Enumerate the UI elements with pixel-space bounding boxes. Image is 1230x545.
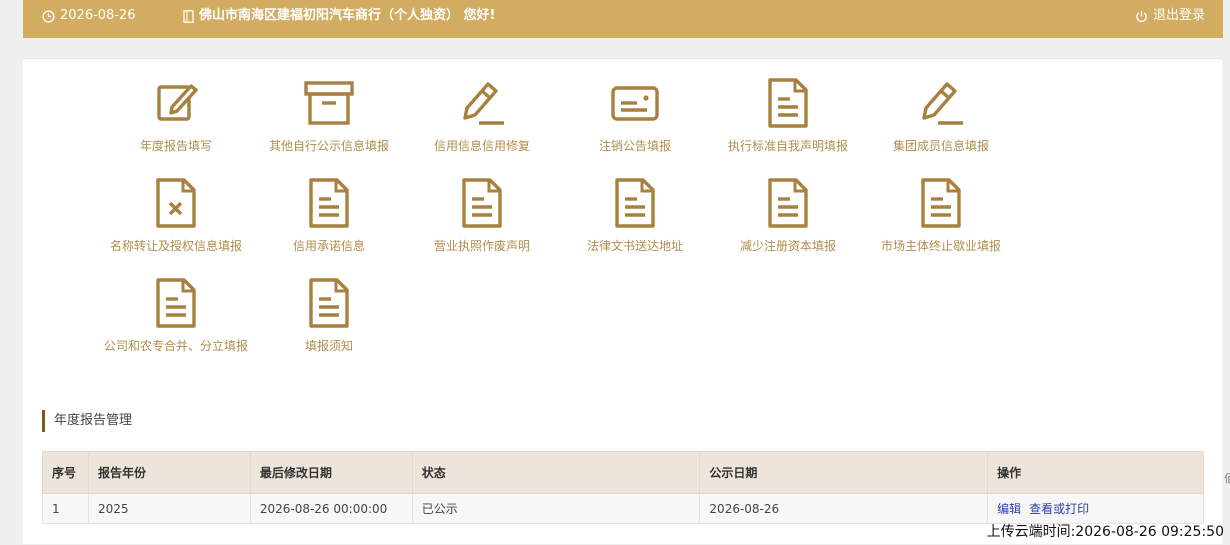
function-tile[interactable]: 营业执照作废声明: [402, 177, 562, 254]
clipped-edge-text: 佰: [1224, 472, 1230, 485]
function-tile[interactable]: 集团成员信息填报: [861, 77, 1021, 154]
function-tile-label: 填报须知: [304, 339, 353, 353]
function-tile[interactable]: 其他自行公示信息填报: [249, 77, 409, 154]
function-tile[interactable]: 年度报告填写: [96, 77, 256, 154]
annual-report-section-title: 年度报告管理: [42, 410, 132, 432]
cell-status: 已公示: [411, 493, 701, 524]
function-tile-label: 法律文书送达地址: [586, 239, 683, 253]
header-date-text: 2026-08-26: [60, 8, 136, 23]
col-header-modified: 最后修改日期: [249, 451, 413, 494]
main-panel: 年度报告填写 其他自行公示信息填报 信用信息信用修复 注销公告填报 执行标准自我声明填报…: [23, 58, 1222, 544]
function-tile[interactable]: 信用承诺信息: [249, 177, 409, 254]
function-tile[interactable]: 市场主体终止歇业填报: [861, 177, 1021, 254]
function-tile[interactable]: 注销公告填报: [555, 77, 715, 154]
cell-actions: 编辑 查看或打印: [987, 493, 1204, 524]
function-tile-label: 执行标准自我声明填报: [727, 139, 848, 153]
cell-index: 1: [42, 493, 89, 524]
col-header-index: 序号: [42, 451, 89, 494]
function-tile[interactable]: 减少注册资本填报: [708, 177, 868, 254]
cell-year: 2025: [87, 493, 251, 524]
function-tile[interactable]: 填报须知: [249, 277, 409, 354]
function-tile-label: 名称转让及授权信息填报: [109, 239, 242, 253]
col-header-publish-date: 公示日期: [699, 451, 989, 494]
header-company-greeting: 佛山市南海区建福初阳汽车商行（个人独资） 您好!: [183, 0, 495, 32]
annual-report-table: 序号 报告年份 最后修改日期 状态 公示日期 操作 1 2025 2026-08…: [42, 451, 1204, 524]
edit-link[interactable]: 编辑: [997, 502, 1021, 516]
id-card-icon: [611, 86, 659, 121]
cell-modified: 2026-08-26 00:00:00: [249, 493, 413, 524]
function-tile-label: 信用承诺信息: [292, 239, 365, 253]
function-tile[interactable]: 法律文书送达地址: [555, 177, 715, 254]
pencil-icon: [922, 82, 963, 125]
document-icon: [309, 178, 349, 228]
function-tile-label: 营业执照作废声明: [433, 239, 530, 253]
document-icon: [921, 178, 961, 228]
function-tile-label: 市场主体终止歇业填报: [880, 239, 1001, 253]
document-icon: [768, 178, 808, 228]
top-header-bar: 2026-08-26 佛山市南海区建福初阳汽车商行（个人独资） 您好! 退出登录: [23, 0, 1223, 38]
document-icon: [462, 178, 502, 228]
col-header-status: 状态: [411, 451, 701, 494]
company-greeting-text: 佛山市南海区建福初阳汽车商行（个人独资） 您好!: [199, 8, 496, 23]
cell-publish-date: 2026-08-26: [699, 493, 989, 524]
clock-icon: [42, 9, 55, 23]
function-tile[interactable]: 公司和农专合并、分立填报: [96, 277, 256, 354]
table-header-row: 序号 报告年份 最后修改日期 状态 公示日期 操作: [42, 451, 1204, 494]
power-icon: [1136, 10, 1147, 22]
edit-icon: [157, 84, 198, 121]
function-tile[interactable]: 信用信息信用修复: [402, 77, 562, 154]
document-x-icon: [156, 178, 196, 228]
document-icon: [309, 278, 349, 328]
function-tile-label: 集团成员信息填报: [892, 139, 989, 153]
pencil-icon: [463, 82, 504, 125]
document-icon: [156, 278, 196, 328]
logout-label: 退出登录: [1152, 8, 1205, 23]
view-print-link[interactable]: 查看或打印: [1029, 502, 1089, 516]
function-tile-label: 注销公告填报: [598, 139, 671, 153]
function-tile[interactable]: 名称转让及授权信息填报: [96, 177, 256, 254]
upload-time-text: 上传云端时间:2026-08-26 09:25:50: [986, 524, 1224, 540]
col-header-actions: 操作: [987, 451, 1204, 494]
archive-box-icon: [304, 81, 354, 125]
function-tile-label: 其他自行公示信息填报: [268, 139, 389, 153]
function-tile-label: 年度报告填写: [139, 139, 212, 153]
header-date: 2026-08-26: [42, 0, 136, 32]
document-icon: [615, 178, 655, 228]
document-icon: [768, 78, 808, 128]
building-icon: [183, 9, 194, 23]
function-tile-label: 公司和农专合并、分立填报: [103, 339, 248, 353]
function-tile[interactable]: 执行标准自我声明填报: [708, 77, 868, 154]
table-row: 1 2025 2026-08-26 00:00:00 已公示 2026-08-2…: [42, 493, 1204, 524]
col-header-year: 报告年份: [87, 451, 251, 494]
logout-button[interactable]: 退出登录: [1135, 0, 1205, 32]
function-tile-label: 减少注册资本填报: [739, 239, 836, 253]
function-tile-label: 信用信息信用修复: [433, 139, 530, 153]
